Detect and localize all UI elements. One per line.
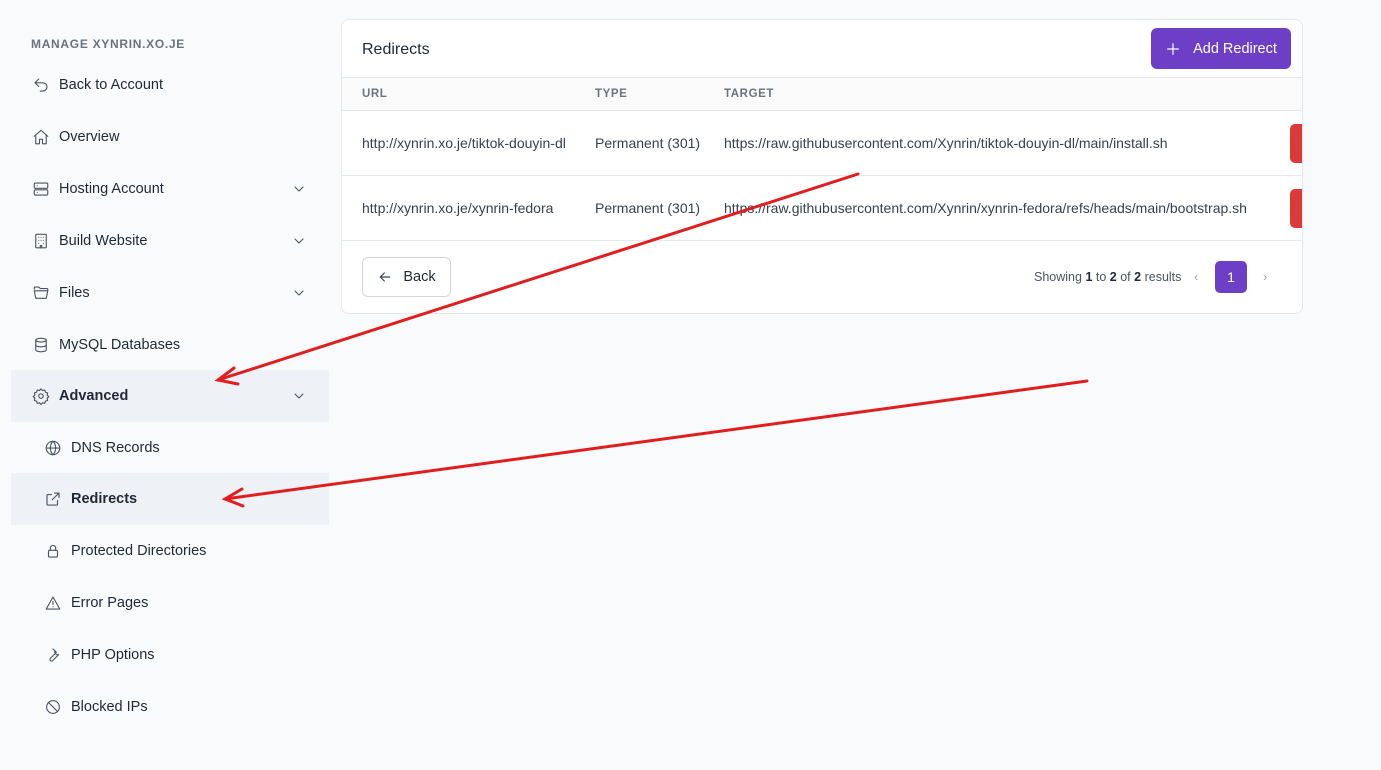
external-link-icon bbox=[43, 489, 63, 509]
nav-mysql-databases[interactable]: MySQL Databases bbox=[11, 319, 329, 371]
nav-dns-records[interactable]: DNS Records bbox=[11, 422, 329, 474]
folder-icon bbox=[31, 283, 51, 303]
nav-label: Blocked IPs bbox=[71, 699, 148, 715]
column-header-type: TYPE bbox=[595, 88, 628, 100]
cell-target: https://raw.githubusercontent.com/Xynrin… bbox=[724, 135, 1168, 151]
pagination-summary: Showing 1 to 2 of 2 results bbox=[1034, 270, 1181, 284]
globe-icon bbox=[43, 438, 63, 458]
nav-advanced[interactable]: Advanced bbox=[11, 370, 329, 422]
nav-files[interactable]: Files bbox=[11, 267, 329, 319]
nav-label: MySQL Databases bbox=[59, 337, 181, 353]
nav-build-website[interactable]: Build Website bbox=[11, 215, 329, 267]
building-icon bbox=[31, 231, 51, 251]
nav-protected-directories[interactable]: Protected Directories bbox=[11, 525, 329, 577]
table-header: URL TYPE TARGET bbox=[342, 77, 1302, 111]
nav-label: Hosting Account bbox=[59, 181, 164, 197]
chevron-down-icon[interactable] bbox=[291, 388, 307, 404]
back-button[interactable]: Back bbox=[362, 257, 451, 297]
nav-label: Overview bbox=[59, 129, 120, 145]
showing-to: 2 bbox=[1109, 270, 1117, 284]
pagination-page-1[interactable]: 1 bbox=[1215, 261, 1247, 293]
table-row: http://xynrin.xo.je/xynrin-fedora Perman… bbox=[342, 176, 1302, 241]
showing-label: Showing bbox=[1034, 270, 1082, 284]
showing-from: 1 bbox=[1085, 270, 1093, 284]
cell-url: http://xynrin.xo.je/tiktok-douyin-dl bbox=[362, 135, 566, 151]
warning-icon bbox=[43, 593, 63, 613]
server-icon bbox=[31, 179, 51, 199]
page-title: Redirects bbox=[362, 41, 430, 58]
wrench-icon bbox=[43, 645, 63, 665]
of-label: of bbox=[1120, 270, 1131, 284]
plus-icon bbox=[1167, 42, 1180, 55]
pagination-prev[interactable]: ‹ bbox=[1194, 269, 1198, 284]
nav-label: DNS Records bbox=[71, 440, 160, 456]
nav-label: Back to Account bbox=[59, 77, 163, 93]
nav-hosting-account[interactable]: Hosting Account bbox=[11, 163, 329, 215]
cell-target: https://raw.githubusercontent.com/Xynrin… bbox=[724, 200, 1247, 216]
back-label: Back bbox=[403, 269, 436, 285]
redirects-card: Redirects Add Redirect URL TYPE TARGET h… bbox=[341, 19, 1303, 314]
nav-redirects[interactable]: Redirects bbox=[11, 473, 329, 525]
to-label: to bbox=[1095, 270, 1107, 284]
add-redirect-label: Add Redirect bbox=[1193, 40, 1277, 57]
results-label: results bbox=[1144, 270, 1182, 284]
table-row: http://xynrin.xo.je/tiktok-douyin-dl Per… bbox=[342, 111, 1302, 176]
nav-label: Build Website bbox=[59, 233, 148, 249]
nav-label: Advanced bbox=[59, 388, 129, 404]
nav-label: Redirects bbox=[71, 491, 138, 507]
cell-url: http://xynrin.xo.je/xynrin-fedora bbox=[362, 200, 554, 216]
blocked-icon bbox=[43, 697, 63, 717]
nav-overview[interactable]: Overview bbox=[11, 111, 329, 163]
nav-blocked-ips[interactable]: Blocked IPs bbox=[11, 681, 329, 733]
delete-button[interactable] bbox=[1290, 189, 1302, 228]
lock-icon bbox=[43, 541, 63, 561]
sidebar-heading: MANAGE XYNRIN.XO.JE bbox=[31, 37, 185, 51]
showing-total: 2 bbox=[1134, 270, 1142, 284]
pagination-next[interactable]: › bbox=[1263, 269, 1267, 284]
nav-label: Error Pages bbox=[71, 595, 149, 611]
gear-icon bbox=[31, 386, 51, 406]
nav-back-to-account[interactable]: Back to Account bbox=[11, 59, 329, 111]
database-icon bbox=[31, 335, 51, 355]
nav-error-pages[interactable]: Error Pages bbox=[11, 577, 329, 629]
column-header-url: URL bbox=[362, 88, 388, 100]
cell-type: Permanent (301) bbox=[595, 200, 701, 216]
back-arrow-icon bbox=[31, 75, 51, 95]
nav-php-options[interactable]: PHP Options bbox=[11, 629, 329, 681]
nav-label: PHP Options bbox=[71, 647, 155, 663]
arrow-left-icon bbox=[380, 272, 391, 282]
chevron-down-icon[interactable] bbox=[291, 285, 307, 301]
sidebar: MANAGE XYNRIN.XO.JE Back to Account Over… bbox=[0, 0, 340, 770]
cell-type: Permanent (301) bbox=[595, 135, 701, 151]
nav-label: Protected Directories bbox=[71, 543, 207, 559]
column-header-target: TARGET bbox=[724, 88, 775, 100]
chevron-down-icon[interactable] bbox=[291, 181, 307, 197]
delete-button[interactable] bbox=[1290, 124, 1302, 163]
chevron-down-icon[interactable] bbox=[291, 233, 307, 249]
home-icon bbox=[31, 127, 51, 147]
nav-label: Files bbox=[59, 285, 90, 301]
add-redirect-button[interactable]: Add Redirect bbox=[1151, 28, 1291, 69]
annotation-arrow bbox=[223, 379, 1089, 501]
